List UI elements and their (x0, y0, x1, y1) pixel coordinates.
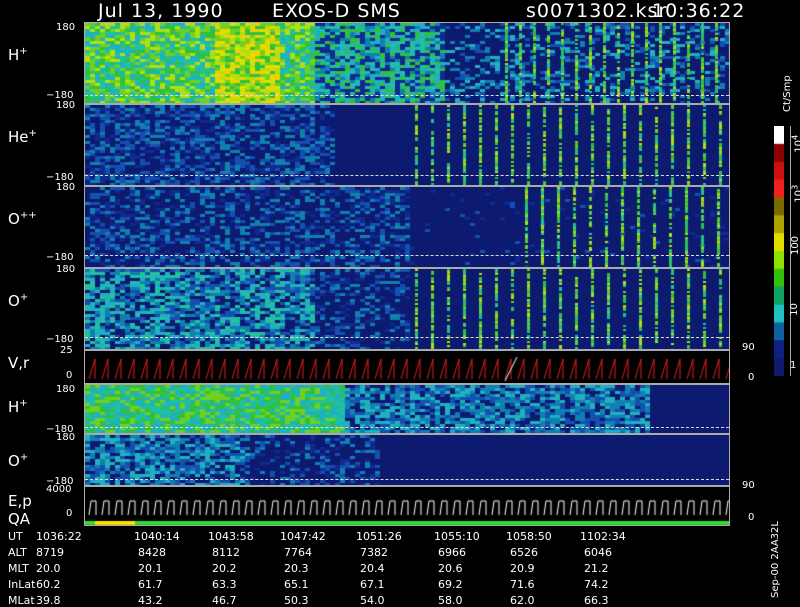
p5-right-tick-2: 0 (748, 372, 755, 383)
ephem-cell: 1058:50 (506, 530, 552, 543)
colorbar-tick-10: 10 (788, 303, 800, 316)
ephem-cell: 1102:34 (580, 530, 626, 543)
ephem-row-label: MLat (8, 594, 35, 607)
spectrogram-h-plus (84, 22, 730, 104)
p5-right-tick: 90 (742, 342, 755, 353)
ephem-cell: 20.4 (360, 562, 385, 575)
colorbar-tick-100: 100 (790, 235, 800, 256)
ephem-cell: 66.3 (584, 594, 609, 607)
plot-time: 10:36:22 (652, 0, 746, 22)
ephem-cell: 74.2 (584, 578, 609, 591)
ephem-cell: 39.8 (36, 594, 61, 607)
ephem-cell: 61.7 (138, 578, 163, 591)
panel-5-label: V,r (8, 354, 30, 372)
p1-top-tick: 180 (56, 22, 76, 33)
ephem-cell: 65.1 (284, 578, 309, 591)
ephem-cell: 60.2 (36, 578, 61, 591)
ephem-cell: 1036:22 (36, 530, 82, 543)
spectrogram-o-plusplus (84, 186, 730, 268)
file-name: s0071302.ksr (526, 0, 668, 22)
ephem-cell: 1040:14 (134, 530, 180, 543)
panel-3-label: O++ (8, 210, 37, 228)
p7-top-tick: 180 (56, 432, 76, 443)
p8-top-tick: 4000 (46, 484, 72, 495)
panel-8-label: E,p (8, 492, 32, 510)
velocity-panel (84, 350, 730, 384)
ephem-cell: 1043:58 (208, 530, 254, 543)
p8-bottom-tick: 0 (66, 508, 73, 519)
ephem-cell: 20.9 (510, 562, 535, 575)
ephem-cell: 71.6 (510, 578, 535, 591)
p6-top-tick: 180 (56, 384, 76, 395)
ephem-cell: 7382 (360, 546, 388, 559)
ephem-cell: 43.2 (138, 594, 163, 607)
p8-right-tick: 90 (742, 480, 755, 491)
ephem-cell: 20.0 (36, 562, 61, 575)
ephem-cell: 20.3 (284, 562, 309, 575)
energy-qa-panel (84, 486, 730, 526)
ephem-cell: 8428 (138, 546, 166, 559)
ephem-cell: 20.2 (212, 562, 237, 575)
ephem-cell: 7764 (284, 546, 312, 559)
ephem-cell: 8719 (36, 546, 64, 559)
ephem-cell: 1051:26 (356, 530, 402, 543)
spectrogram-h-plus-2 (84, 384, 730, 434)
instrument-name: EXOS-D SMS (272, 0, 401, 22)
spectrogram-o-plus (84, 268, 730, 350)
ephem-cell: 6966 (438, 546, 466, 559)
ephem-row-label: ALT (8, 546, 27, 559)
p5-top-tick: 25 (60, 345, 73, 356)
colorbar-unit: Ct/Smp (782, 75, 793, 112)
p3-top-tick: 180 (56, 182, 76, 193)
ephem-cell: 20.6 (438, 562, 463, 575)
ephem-row-label: MLT (8, 562, 29, 575)
colorbar-tick-1: 1 (790, 360, 797, 371)
ephem-cell: 63.3 (212, 578, 237, 591)
ephem-cell: 54.0 (360, 594, 385, 607)
panel-4-label: O+ (8, 292, 29, 310)
colorbar-tick-1e3: 103 (789, 184, 800, 203)
ephem-row-label: InLat (8, 578, 36, 591)
p4-bottom-tick: −180 (46, 334, 74, 345)
panel-1-label: H+ (8, 46, 28, 64)
ephem-row-label: UT (8, 530, 23, 543)
ephem-cell: 46.7 (212, 594, 237, 607)
ephem-cell: 62.0 (510, 594, 535, 607)
colorbar (774, 126, 784, 376)
ephem-cell: 69.2 (438, 578, 463, 591)
ephem-cell: 20.1 (138, 562, 163, 575)
p4-top-tick: 180 (56, 264, 76, 275)
spectrogram-o-plus-2 (84, 434, 730, 486)
ephem-cell: 8112 (212, 546, 240, 559)
ephem-cell: 6526 (510, 546, 538, 559)
p8-right-tick-2: 0 (748, 512, 755, 523)
ephem-cell: 21.2 (584, 562, 609, 575)
ephem-cell: 6046 (584, 546, 612, 559)
ephem-cell: 58.0 (438, 594, 463, 607)
panel-8-label-2: QA (8, 510, 31, 528)
ephem-cell: 50.3 (284, 594, 309, 607)
panel-7-label: O+ (8, 452, 29, 470)
panel-6-label: H+ (8, 398, 28, 416)
colorbar-tick-1e4: 104 (789, 134, 800, 153)
p3-bottom-tick: −180 (46, 252, 74, 263)
p2-top-tick: 180 (56, 100, 76, 111)
ephem-cell: 67.1 (360, 578, 385, 591)
side-version-label: Sep-00 2AA32L (770, 521, 781, 598)
spectrogram-he-plus (84, 104, 730, 186)
p5-bottom-tick: 0 (66, 370, 73, 381)
plot-date: Jul 13, 1990 (98, 0, 224, 22)
ephem-cell: 1055:10 (434, 530, 480, 543)
ephem-cell: 1047:42 (280, 530, 326, 543)
panel-2-label: He+ (8, 128, 37, 146)
